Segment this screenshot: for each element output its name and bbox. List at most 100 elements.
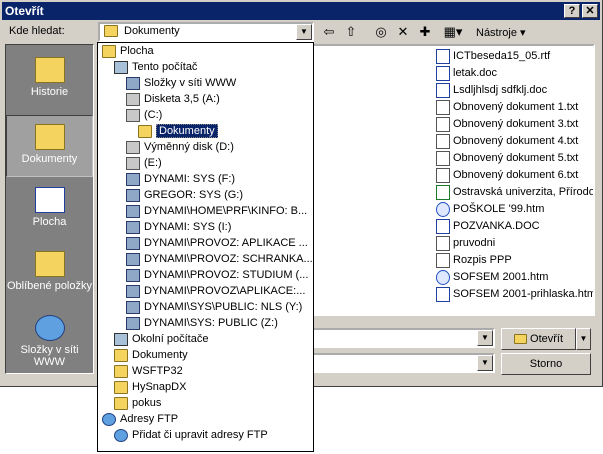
dropdown-item[interactable]: Disketa 3,5 (A:) [126,91,220,107]
dropdown-item[interactable]: Výměnný disk (D:) [126,139,234,155]
list-item[interactable]: SOFSEM 2001.htm [436,269,548,286]
html-file-icon [436,201,450,217]
dropdown-item[interactable]: DYNAMI\PROVOZ: SCHRANKA... [126,251,313,267]
dropdown-item[interactable]: DYNAMI\HOME\PRF\KINFO: B... [126,203,307,219]
list-item[interactable]: Lsdljhlsdj sdfklj.doc [436,82,547,99]
file-name: Obnovený dokument 6.txt [453,169,579,181]
file-type-select[interactable]: ▼ [312,353,495,373]
list-item[interactable]: Obnovený dokument 5.txt [436,150,578,167]
close-button[interactable]: ✕ [582,4,598,18]
cd-drive-icon [126,156,140,170]
list-item[interactable]: Obnovený dokument 3.txt [436,116,578,133]
look-in-dropdown-list[interactable]: Plocha Tento počítač Složky v síti WWW D… [97,42,314,452]
dropdown-label: DYNAMI\SYS: PUBLIC (Z:) [144,317,278,329]
new-folder-icon[interactable]: ✚ [416,23,434,41]
dropdown-item[interactable]: DYNAMI\PROVOZ: STUDIUM (... [126,267,308,283]
word-doc-icon [436,48,450,64]
place-favorites[interactable]: Oblíbené položky [6,243,93,305]
network-drive-icon [126,316,140,330]
dropdown-item[interactable]: DYNAMI\PROVOZ\APLIKACE:... [126,283,305,299]
dropdown-item[interactable]: DYNAMI\PROVOZ: APLIKACE ... [126,235,308,251]
dropdown-item[interactable]: DYNAMI\SYS\PUBLIC: NLS (Y:) [126,299,302,315]
documents-folder-icon [34,124,65,150]
dropdown-item[interactable]: Adresy FTP [102,411,178,427]
dropdown-label: Dokumenty [156,124,218,138]
delete-icon[interactable]: ✕ [394,23,412,41]
word-doc-icon [436,82,450,98]
back-icon[interactable]: ⇦ [320,23,338,41]
list-item[interactable]: pruvodni [436,235,495,252]
dropdown-item[interactable]: (E:) [126,155,162,171]
place-desktop[interactable]: Plocha [6,179,93,241]
help-button[interactable]: ? [564,4,580,18]
open-options-arrow[interactable]: ▼ [576,328,591,350]
dropdown-item[interactable]: Tento počítač [114,59,197,75]
tools-menu[interactable]: Nástroje ▾ [476,26,526,39]
dropdown-item[interactable]: Přidat či upravit adresy FTP [114,427,268,443]
dropdown-label: HySnapDX [132,381,187,393]
text-file-icon [436,167,450,183]
look-in-combo[interactable]: Dokumenty ▼ [98,22,314,42]
file-name: Ostravská univerzita, Přírodo [453,186,595,198]
dropdown-item[interactable]: GREGOR: SYS (G:) [126,187,243,203]
list-item[interactable]: Obnovený dokument 6.txt [436,167,578,184]
dropdown-item[interactable]: Složky v síti WWW [126,75,236,91]
dropdown-label: WSFTP32 [132,365,183,377]
file-name: pruvodni [453,237,496,249]
list-item[interactable]: Obnovený dokument 1.txt [436,99,578,116]
list-item[interactable]: Obnovený dokument 4.txt [436,133,578,150]
chevron-down-icon[interactable]: ▼ [296,24,312,40]
dropdown-label: Adresy FTP [120,413,179,425]
file-name-input[interactable]: ▼ [312,328,495,348]
place-history[interactable]: Historie [6,49,93,111]
list-item[interactable]: SOFSEM 2001-prihlaska.htm [436,286,595,303]
file-name: Obnovený dokument 1.txt [453,101,579,113]
folder-icon [114,396,128,410]
dropdown-item[interactable]: (C:) [126,107,162,123]
ftp-globe-icon [102,412,116,426]
file-name: ICTbeseda15_05.rtf [453,50,551,62]
dropdown-item[interactable]: DYNAMI: SYS (F:) [126,171,235,187]
folder-icon [114,348,128,362]
search-web-icon[interactable]: ◎ [372,23,390,41]
list-item[interactable]: ICTbeseda15_05.rtf [436,48,550,65]
dropdown-item[interactable]: Plocha [102,43,154,59]
chevron-down-icon[interactable]: ▼ [477,355,493,371]
network-drive-icon [126,284,140,298]
text-file-icon [436,235,450,251]
dropdown-item[interactable]: Okolní počítače [114,331,208,347]
file-name: SOFSEM 2001-prihlaska.htm [453,288,595,300]
place-web-folders[interactable]: Složky v síti WWW [6,307,93,369]
dropdown-label: DYNAMI\PROVOZ: STUDIUM (... [144,269,309,281]
dropdown-label: DYNAMI\PROVOZ: APLIKACE ... [144,237,308,249]
place-label: Plocha [32,216,67,228]
chevron-down-icon[interactable]: ▼ [477,330,493,346]
dropdown-item[interactable]: pokus [114,395,161,411]
place-documents[interactable]: Dokumenty [6,115,93,177]
views-icon[interactable]: ▦▾ [440,23,466,41]
dropdown-item-selected[interactable]: Dokumenty [138,123,218,139]
list-item[interactable]: POZVANKA.DOC [436,218,540,235]
dropdown-item[interactable]: HySnapDX [114,379,186,395]
list-item[interactable]: Ostravská univerzita, Přírodo [436,184,595,201]
network-neighborhood-icon [114,332,128,346]
dropdown-label: (E:) [144,157,162,169]
list-item[interactable]: POŠKOLE '99.htm [436,201,544,218]
dropdown-label: Plocha [120,45,154,57]
dropdown-label: (C:) [144,109,163,121]
file-name: POŠKOLE '99.htm [453,203,545,215]
list-item[interactable]: Rozpis PPP [436,252,512,269]
dropdown-item[interactable]: Dokumenty [114,347,188,363]
dropdown-item[interactable]: DYNAMI\SYS: PUBLIC (Z:) [126,315,278,331]
place-label: Oblíbené položky [7,280,92,292]
web-folders-icon [126,76,140,90]
window-title: Otevřít [5,4,44,18]
network-drive-icon [126,236,140,250]
open-button[interactable]: Otevřít [501,328,576,350]
cancel-button[interactable]: Storno [501,353,591,375]
list-item[interactable]: letak.doc [436,65,497,82]
up-folder-icon[interactable]: ⇧ [342,23,360,41]
dropdown-label: Okolní počítače [132,333,209,345]
dropdown-item[interactable]: DYNAMI: SYS (I:) [126,219,231,235]
dropdown-item[interactable]: WSFTP32 [114,363,183,379]
